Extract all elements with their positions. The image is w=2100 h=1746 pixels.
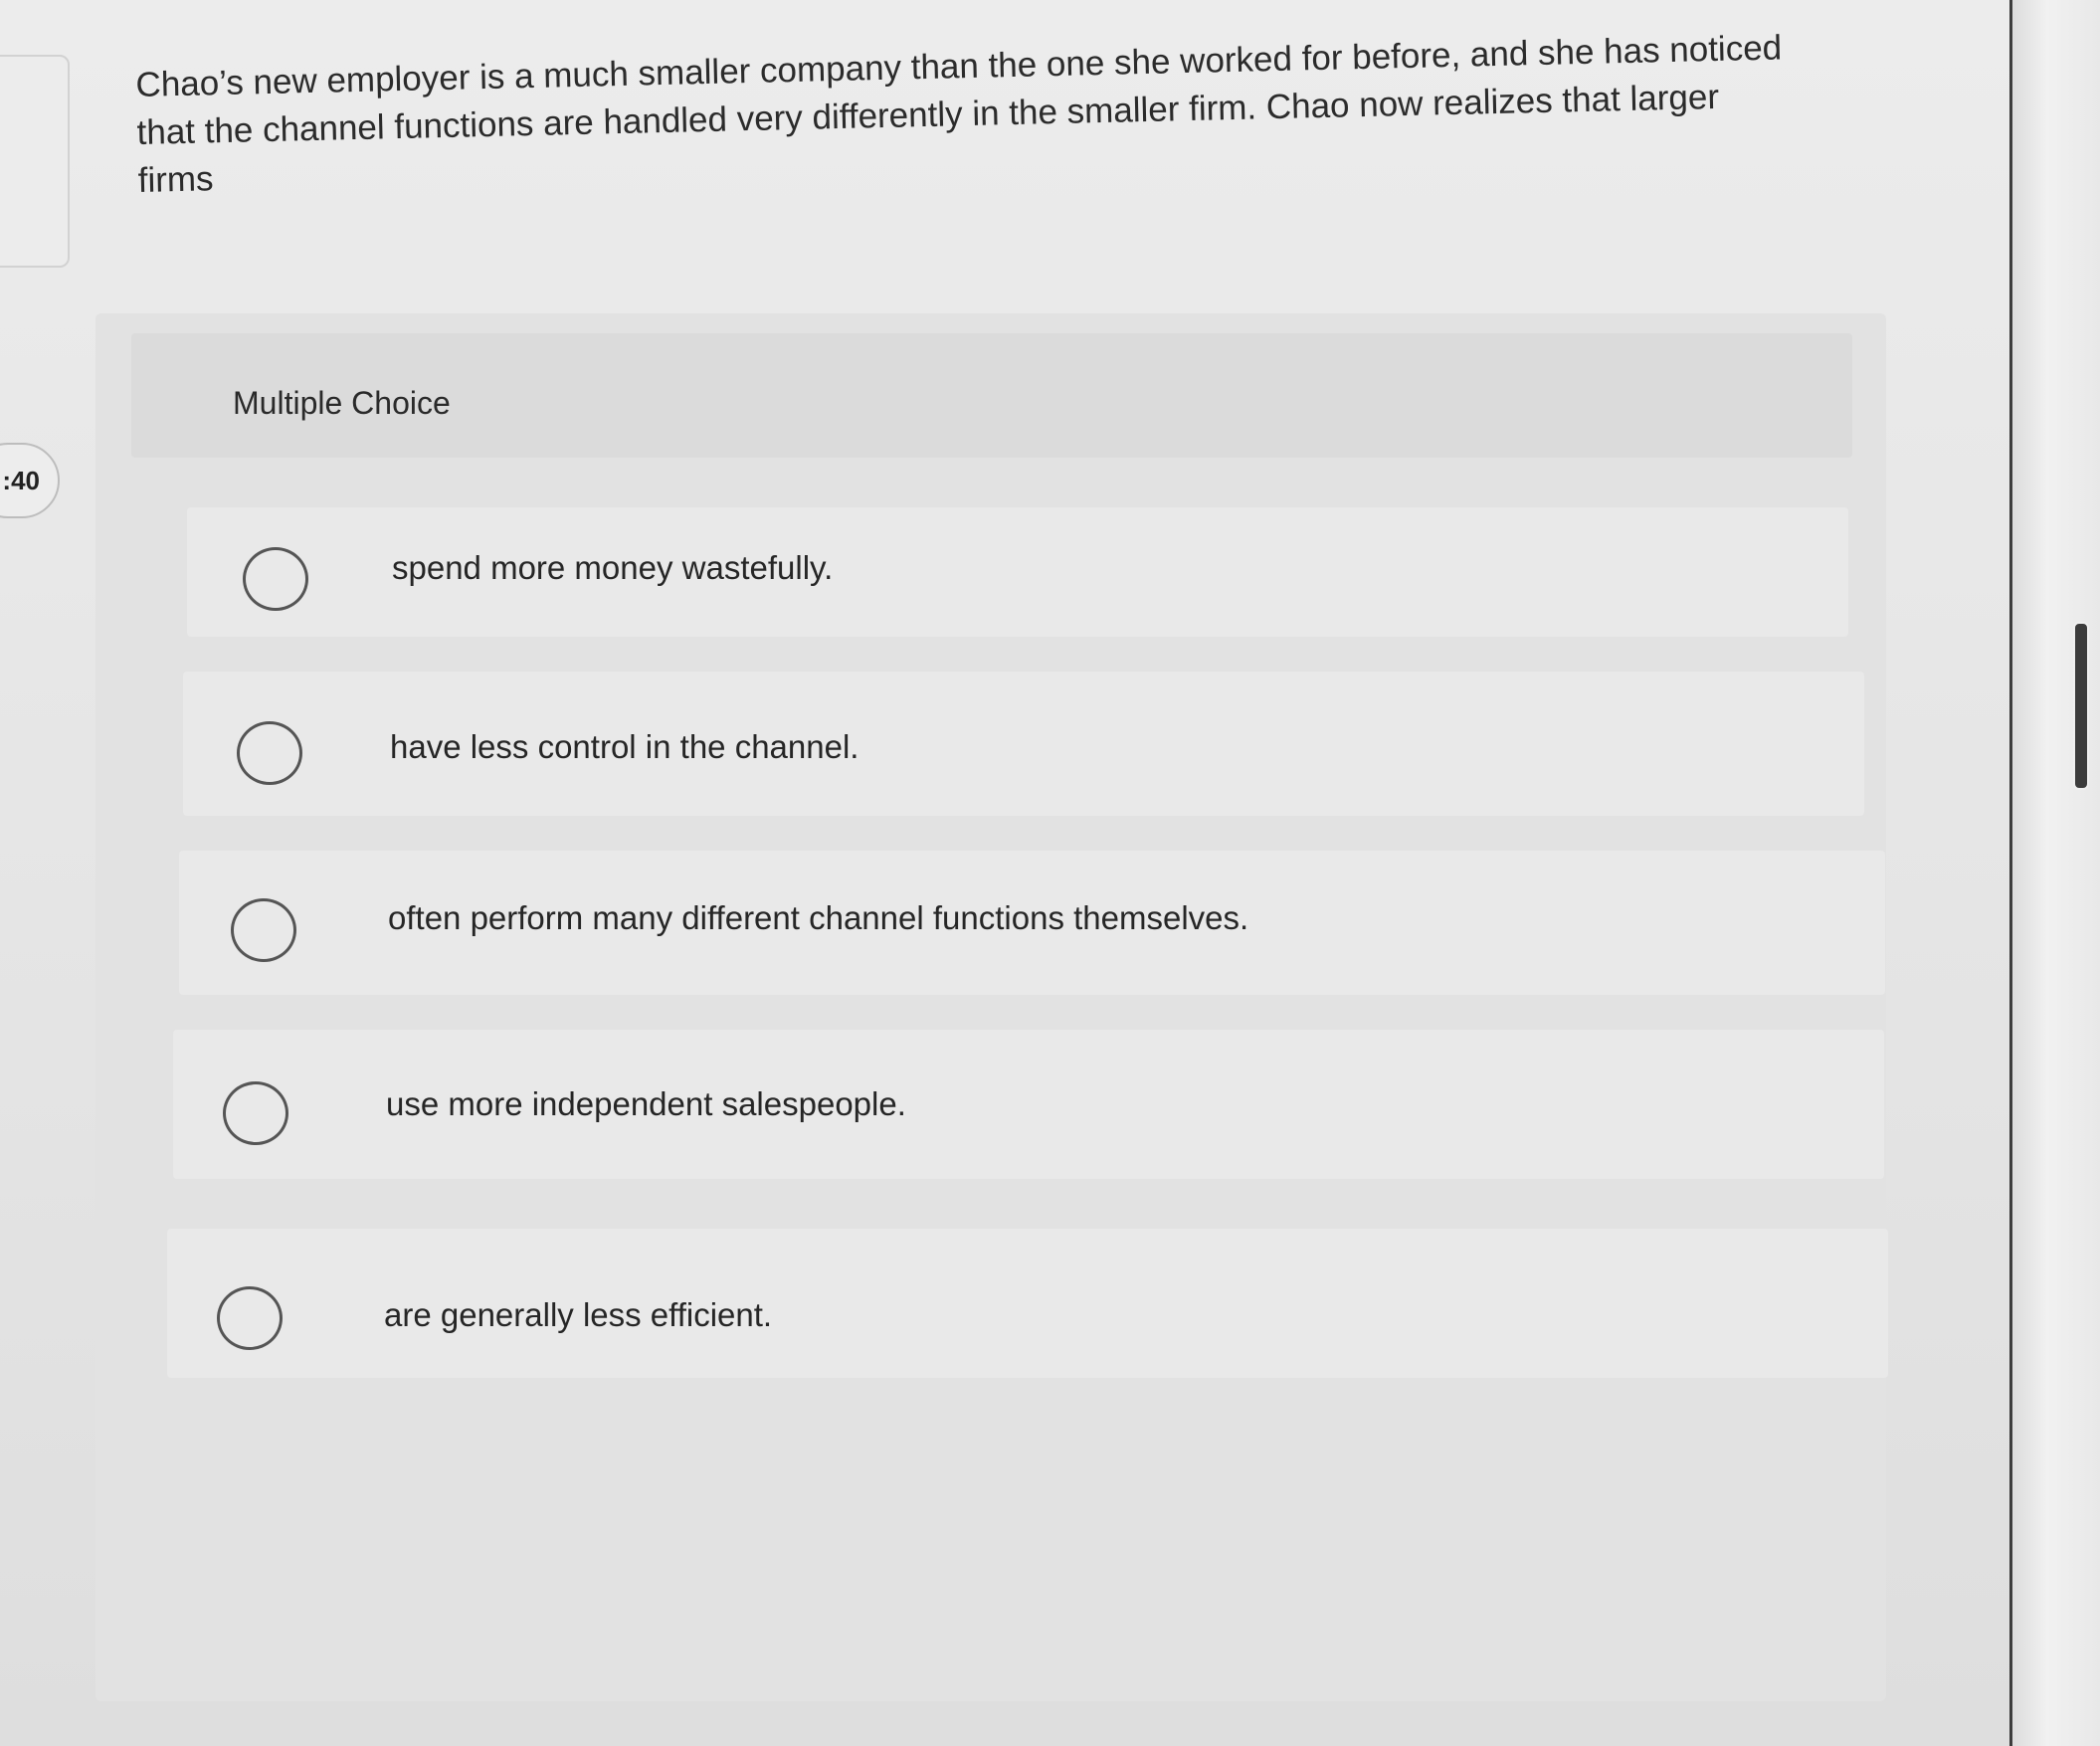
answer-option-label[interactable]: have less control in the channel. — [390, 728, 859, 766]
timer-badge: :40 — [0, 443, 60, 518]
radio-button-4[interactable] — [223, 1081, 288, 1145]
question-number-box: 2 — [0, 55, 70, 268]
radio-button-5[interactable] — [217, 1286, 283, 1350]
answer-option-2[interactable]: have less control in the channel. — [183, 672, 1864, 816]
screen: 2 :40 Chao’s new employer is a much smal… — [0, 0, 2100, 1746]
answer-option-4[interactable]: use more independent salespeople. — [173, 1030, 1884, 1179]
multiple-choice-label: Multiple Choice — [233, 385, 451, 421]
answer-option-label[interactable]: often perform many different channel fun… — [388, 899, 1248, 937]
answer-option-1[interactable]: spend more money wastefully. — [187, 507, 1848, 637]
radio-button-2[interactable] — [237, 721, 302, 785]
multiple-choice-panel: Multiple Choice spend more money wastefu… — [95, 313, 1888, 1701]
answer-option-label[interactable]: spend more money wastefully. — [392, 549, 833, 587]
right-sidebar — [2012, 0, 2100, 1746]
radio-button-3[interactable] — [231, 898, 296, 962]
question-text: Chao’s new employer is a much smaller co… — [135, 28, 1783, 200]
timer-value: :40 — [2, 465, 40, 495]
answer-option-5[interactable]: are generally less efficient. — [167, 1229, 1888, 1378]
radio-button-1[interactable] — [243, 547, 308, 611]
answer-option-label[interactable]: are generally less efficient. — [384, 1296, 772, 1334]
answer-option-label[interactable]: use more independent salespeople. — [386, 1085, 906, 1123]
answer-option-3[interactable]: often perform many different channel fun… — [179, 851, 1885, 995]
scrollbar-thumb[interactable] — [2073, 622, 2089, 790]
